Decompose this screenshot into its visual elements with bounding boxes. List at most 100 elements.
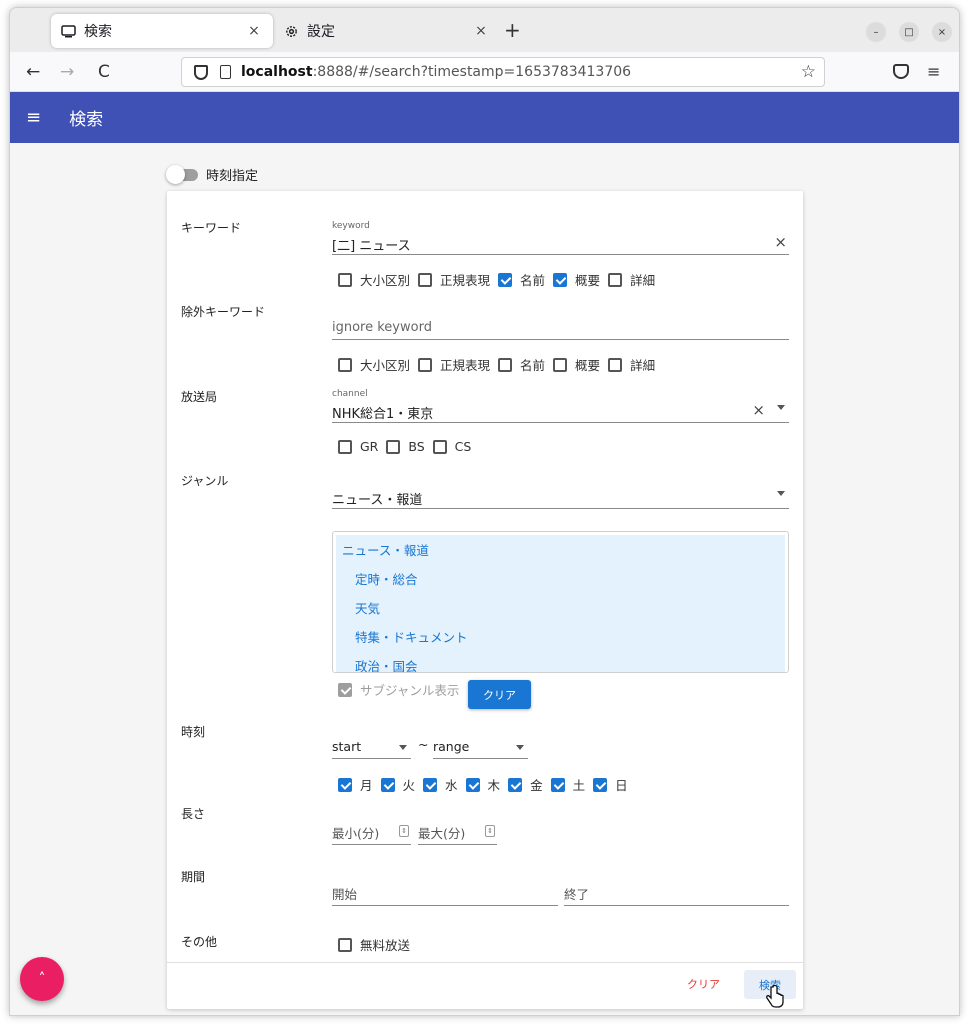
scroll-top-button[interactable]: ˄ (20, 957, 64, 1001)
browser-menu-icon[interactable]: ≡ (927, 62, 940, 81)
checkbox-icon[interactable] (432, 439, 447, 454)
checkbox-checked-icon[interactable] (508, 777, 523, 792)
ignore-regex-checkbox[interactable]: 正規表現 (418, 355, 490, 374)
period-start-input[interactable]: 開始 (332, 878, 558, 906)
genre-list-item[interactable]: 特集・ドキュメント (336, 622, 785, 651)
ignore-keyword-input[interactable]: ignore keyword (332, 310, 789, 340)
cs-checkbox[interactable]: CS (432, 439, 471, 454)
chevron-down-icon[interactable] (777, 405, 785, 410)
ignore-detail-checkbox[interactable]: 詳細 (608, 355, 655, 374)
checkbox-icon[interactable] (608, 272, 623, 287)
minimize-button[interactable]: – (866, 22, 886, 42)
shield-icon[interactable] (194, 64, 208, 80)
keyword-case-checkbox[interactable]: 大小区別 (338, 270, 410, 289)
navigation-bar: ← → C localhost:8888/#/search?timestamp=… (10, 52, 959, 92)
bookmark-star-icon[interactable]: ☆ (801, 62, 816, 82)
checkbox-checked-icon[interactable] (498, 272, 513, 287)
genre-list-item[interactable]: 政治・国会 (336, 651, 785, 672)
channel-field-label: channel (332, 389, 368, 399)
ignore-case-checkbox[interactable]: 大小区別 (338, 355, 410, 374)
range-separator: ~ (418, 737, 429, 752)
channel-select[interactable]: channel NHK総合1・東京 × (332, 389, 789, 423)
weekday-checkbox-mon[interactable]: 月 (338, 775, 373, 794)
max-duration-input[interactable]: 最大(分) ⇕ (418, 819, 497, 845)
url-bar[interactable]: localhost:8888/#/search?timestamp=165378… (181, 57, 825, 87)
spinner-icon[interactable]: ⇕ (485, 825, 495, 837)
checkbox-icon[interactable] (418, 272, 433, 287)
chevron-down-icon[interactable] (399, 745, 407, 750)
close-icon[interactable]: × (472, 23, 490, 39)
clear-button[interactable]: クリア (687, 976, 720, 992)
range-select[interactable]: range (433, 735, 528, 759)
checkbox-checked-icon[interactable] (423, 777, 438, 792)
pocket-icon[interactable] (893, 64, 909, 79)
ignore-name-checkbox[interactable]: 名前 (498, 355, 545, 374)
genre-list-item[interactable]: 定時・総合 (336, 564, 785, 593)
back-button[interactable]: ← (26, 62, 40, 82)
checkbox-checked-icon[interactable] (553, 272, 568, 287)
weekday-checkbox-thu[interactable]: 木 (465, 775, 500, 794)
bs-checkbox[interactable]: BS (386, 439, 425, 454)
keyword-regex-checkbox[interactable]: 正規表現 (418, 270, 490, 289)
close-icon[interactable]: × (245, 23, 263, 39)
tab-settings[interactable]: 設定 × (276, 14, 498, 48)
hamburger-menu-icon[interactable]: ≡ (26, 107, 41, 128)
chevron-down-icon[interactable] (777, 491, 785, 496)
checkbox-checked-icon[interactable] (380, 777, 395, 792)
free-broadcast-checkbox[interactable]: 無料放送 (338, 935, 410, 954)
keyword-detail-checkbox[interactable]: 詳細 (608, 270, 655, 289)
start-time-select[interactable]: start (332, 735, 411, 759)
checkbox-icon[interactable] (498, 357, 513, 372)
checkbox-icon[interactable] (338, 272, 352, 287)
keyword-description-checkbox[interactable]: 概要 (553, 270, 600, 289)
weekday-checkbox-fri[interactable]: 金 (508, 775, 543, 794)
weekday-checkbox-sun[interactable]: 日 (593, 775, 628, 794)
app-bar: ≡ 検索 (10, 92, 959, 143)
reload-button[interactable]: C (98, 62, 110, 82)
genre-clear-button[interactable]: クリア (468, 680, 531, 709)
weekday-checkbox-sat[interactable]: 土 (550, 775, 585, 794)
checkbox-icon[interactable] (608, 357, 623, 372)
toggle-switch[interactable] (166, 164, 198, 184)
checkbox-checked-icon[interactable] (465, 777, 480, 792)
genre-list[interactable]: ニュース・報道 定時・総合 天気 特集・ドキュメント 政治・国会 (332, 531, 789, 673)
checkbox-checked-icon[interactable] (550, 777, 565, 792)
checkbox-icon[interactable] (338, 357, 352, 372)
ignore-description-checkbox[interactable]: 概要 (553, 355, 600, 374)
min-duration-input[interactable]: 最小(分) ⇕ (332, 819, 411, 845)
period-end-input[interactable]: 終了 (564, 878, 789, 906)
checkbox-checked-icon[interactable] (338, 682, 352, 697)
new-tab-button[interactable]: + (504, 20, 521, 40)
checkbox-checked-icon[interactable] (338, 777, 352, 792)
page-title: 検索 (69, 110, 104, 130)
weekday-checkbox-wed[interactable]: 水 (423, 775, 458, 794)
clear-icon[interactable]: × (752, 401, 765, 419)
chevron-up-icon: ˄ (38, 971, 46, 987)
checkbox-icon[interactable] (386, 439, 401, 454)
clear-icon[interactable]: × (774, 233, 787, 251)
tab-search[interactable]: 検索 × (51, 14, 273, 48)
gr-checkbox[interactable]: GR (338, 439, 378, 454)
checkbox-icon[interactable] (553, 357, 568, 372)
genre-list-item[interactable]: 天気 (336, 593, 785, 622)
genre-list-item[interactable]: ニュース・報道 (336, 535, 785, 564)
keyword-input[interactable]: keyword [二] ニュース × (332, 221, 789, 255)
browser-window: 検索 × 設定 × + – □ × ← → C localhost:8888/#… (9, 7, 960, 1016)
checkbox-icon[interactable] (338, 937, 352, 952)
keyword-label: キーワード (181, 221, 242, 235)
subgenre-toggle[interactable]: サブジャンル表示 (338, 680, 467, 699)
chevron-down-icon[interactable] (516, 745, 524, 750)
genre-select[interactable]: ニュース・報道 (332, 479, 789, 509)
tab-title: 設定 (307, 24, 335, 40)
forward-button[interactable]: → (60, 62, 74, 82)
subgenre-checkbox[interactable]: サブジャンル表示 (338, 680, 459, 699)
maximize-button[interactable]: □ (899, 22, 919, 42)
keyword-name-checkbox[interactable]: 名前 (498, 270, 545, 289)
weekday-checkbox-tue[interactable]: 火 (380, 775, 415, 794)
window-close-button[interactable]: × (932, 22, 952, 42)
checkbox-checked-icon[interactable] (593, 777, 608, 792)
spinner-icon[interactable]: ⇕ (399, 825, 409, 837)
checkbox-icon[interactable] (418, 357, 433, 372)
checkbox-icon[interactable] (338, 439, 352, 454)
time-specify-toggle[interactable]: 時刻指定 (166, 164, 258, 184)
